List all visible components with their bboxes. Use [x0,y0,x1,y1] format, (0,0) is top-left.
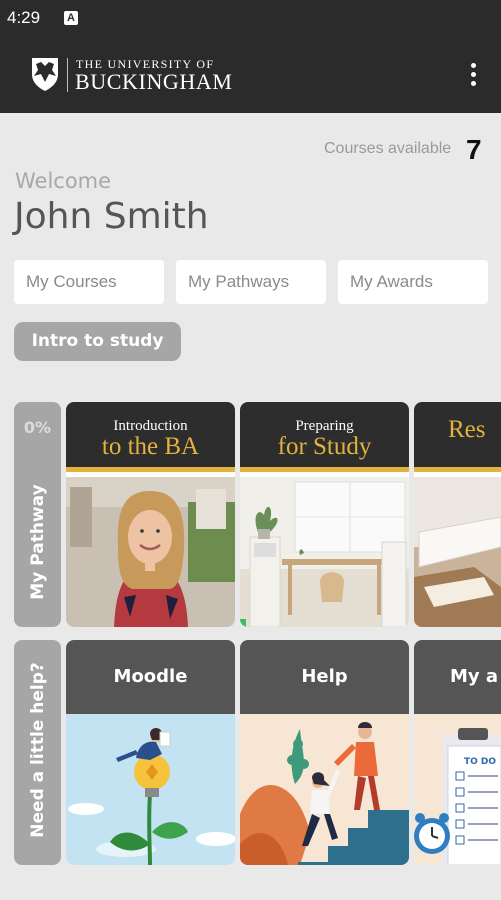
card-title: Help [301,666,348,687]
university-crest-icon [32,58,58,91]
logo-text-main: BUCKINGHAM [75,69,233,94]
card-header: Help [240,640,409,714]
my-awards-button[interactable]: My Awards [338,260,488,304]
lightbulb-illustration [66,714,235,865]
card-title: My a [450,666,499,687]
card-header: Introduction to the BA [66,402,235,472]
moodle-card[interactable]: Moodle [66,640,235,865]
user-name: John Smith [14,196,209,237]
courses-available-count: 7 [466,134,482,165]
my-courses-button[interactable]: My Courses [14,260,164,304]
need-help-label: Need a little help? [14,640,61,865]
pathway-card-preparing-study[interactable]: Preparing for Study [240,402,409,627]
my-pathway-text: My Pathway [28,484,48,600]
status-bar: 4:29 A [0,0,501,38]
todo-list-illustration: TO DO [414,714,501,865]
teamwork-illustration [240,714,409,865]
status-time: 4:29 [7,8,41,27]
intro-to-study-button[interactable]: Intro to study [14,322,181,361]
my-pathways-button[interactable]: My Pathways [176,260,326,304]
card-title-line2: to the BA [101,433,200,460]
card-header: My a [414,640,501,714]
card-header: Res [414,402,501,472]
card-header: Moodle [66,640,235,714]
card-title-line2: Res [448,416,486,443]
kebab-menu-icon[interactable] [462,60,486,90]
books-photo [414,477,501,627]
my-account-card[interactable]: My a TO DO [414,640,501,865]
help-card[interactable]: Help [240,640,409,865]
pathway-card-intro-ba[interactable]: Introduction to the BA [66,402,235,627]
presenter-photo [66,477,235,627]
app-header: THE UNIVERSITY OF BUCKINGHAM [0,38,501,113]
card-header: Preparing for Study [240,402,409,472]
need-help-text: Need a little help? [28,662,48,838]
logo-divider [67,58,68,92]
pathway-card-research[interactable]: Res [414,402,501,627]
pathway-progress: 0% [23,418,52,437]
courses-available-label: Courses available [324,140,452,157]
desk-photo [240,477,409,627]
card-title-line2: for Study [277,433,372,460]
my-pathway-label[interactable]: 0% My Pathway [14,402,61,627]
notification-icon: A [64,11,78,25]
card-title: Moodle [113,666,188,687]
svg-text:TO DO: TO DO [464,757,496,767]
welcome-text: Welcome [15,169,112,193]
